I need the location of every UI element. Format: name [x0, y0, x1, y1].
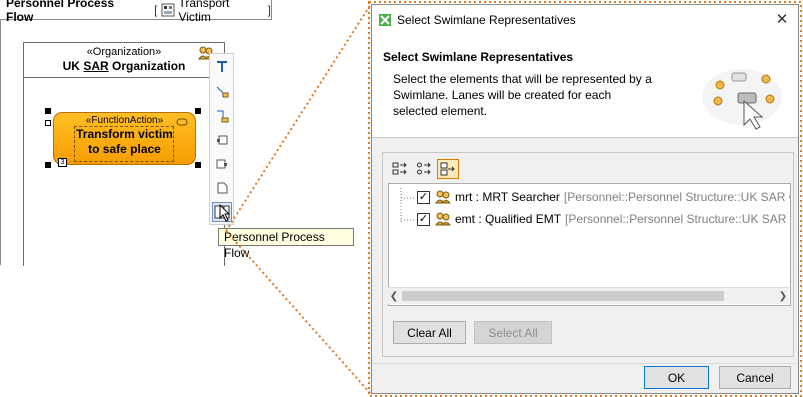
- scroll-left-icon[interactable]: ❮: [388, 289, 400, 303]
- object-flow-button[interactable]: [212, 106, 232, 126]
- owner-close-bracket: ]: [267, 2, 271, 17]
- horizontal-scrollbar[interactable]: ❮ ❯: [388, 287, 789, 304]
- dialog-footer-divider: [372, 363, 798, 364]
- selection-handle[interactable]: [195, 162, 201, 168]
- text-icon: [217, 61, 227, 72]
- control-flow-button[interactable]: [212, 82, 232, 102]
- expand-all-icon: [392, 162, 407, 175]
- scrollbar-thumb[interactable]: [402, 291, 724, 301]
- cancel-button[interactable]: Cancel: [719, 366, 791, 389]
- function-action-node[interactable]: «FunctionAction» Transform victim to saf…: [53, 112, 196, 165]
- flow-icon: [216, 86, 229, 98]
- note-icon: [217, 182, 228, 194]
- select-all-button[interactable]: Select All: [474, 321, 552, 344]
- diagram-tab[interactable]: Personnel Process Flow [ Transport Victi…: [0, 0, 272, 24]
- dialog-banner: Select Swimlane Representatives Select t…: [372, 35, 798, 138]
- output-pin-button[interactable]: [212, 154, 232, 174]
- mouse-cursor-icon: [219, 203, 231, 225]
- dialog-titlebar[interactable]: Select Swimlane Representatives ✕: [372, 5, 798, 35]
- note-button[interactable]: [212, 178, 232, 198]
- action-stereotype: «FunctionAction»: [85, 115, 164, 126]
- select-recursively-button[interactable]: [437, 159, 459, 179]
- output-pin-icon: [216, 159, 227, 169]
- object-flow-icon: [217, 110, 229, 123]
- collapse-all-icon: [417, 162, 431, 175]
- activity-icon: [161, 3, 175, 17]
- scroll-right-icon[interactable]: ❯: [777, 289, 789, 303]
- tree-row-emt[interactable]: ✓ emt : Qualified EMT [Personnel::Person…: [417, 209, 791, 229]
- app-icon: [378, 13, 392, 27]
- selection-handle[interactable]: [45, 108, 51, 114]
- row-path: [Personnel::Personnel Structure::UK SAR …: [563, 190, 791, 204]
- row-checkbox[interactable]: ✓: [417, 190, 430, 204]
- element-tree-panel: ✓ mrt : MRT Searcher [Personnel::Personn…: [382, 152, 794, 357]
- swimlane-wizard-illustration: [702, 69, 782, 130]
- owner-label: Transport Victim: [178, 0, 230, 24]
- part-property-icon: [435, 212, 451, 226]
- selection-handle[interactable]: [195, 108, 201, 114]
- pin-icon: [217, 135, 228, 145]
- action-name-line2: to safe place: [88, 142, 161, 156]
- text-tool-button[interactable]: [212, 57, 232, 77]
- selection-handle[interactable]: [45, 162, 51, 168]
- swimlane-header[interactable]: «Organization» UK SAR Organization: [23, 42, 225, 78]
- diagram-frame-border: [0, 20, 1, 265]
- ok-button[interactable]: OK: [644, 366, 709, 389]
- banner-title: Select Swimlane Representatives: [383, 50, 574, 64]
- selection-handle[interactable]: [45, 120, 51, 126]
- tooltip: Personnel Process Flow: [218, 228, 354, 260]
- row-name: emt : Qualified EMT: [455, 212, 562, 226]
- pin-button[interactable]: [212, 130, 232, 150]
- banner-description: Select the elements that will be represe…: [393, 72, 652, 118]
- diagram-owner[interactable]: [ Transport Victim ]: [154, 0, 271, 24]
- expand-all-button[interactable]: [389, 159, 411, 179]
- tree-row-mrt[interactable]: ✓ mrt : MRT Searcher [Personnel::Personn…: [417, 187, 791, 207]
- select-swimlane-dialog: Select Swimlane Representatives ✕ Select…: [371, 4, 799, 394]
- diagram-title: Personnel Process Flow: [6, 0, 115, 24]
- lane-stereotype: «Organization»: [86, 45, 162, 58]
- row-checkbox[interactable]: ✓: [417, 212, 430, 226]
- select-recursive-icon: [440, 162, 455, 176]
- owner-open-bracket: [: [154, 2, 158, 17]
- part-property-icon: [435, 190, 451, 204]
- smart-manipulator-toolbar: [209, 53, 234, 225]
- row-name: mrt : MRT Searcher: [455, 190, 560, 204]
- row-path: [Personnel::Personnel Structure::UK SAR …: [565, 212, 791, 226]
- action-name-line1: Transform victim: [76, 127, 173, 141]
- close-icon[interactable]: ✕: [774, 11, 790, 28]
- collapse-all-button[interactable]: [413, 159, 435, 179]
- lane-name: UK SAR Organization: [62, 58, 186, 73]
- action-icon: [176, 116, 188, 131]
- dialog-title: Select Swimlane Representatives: [397, 13, 576, 27]
- clear-all-button[interactable]: Clear All: [393, 321, 466, 344]
- pin-marker[interactable]: 3: [58, 158, 67, 167]
